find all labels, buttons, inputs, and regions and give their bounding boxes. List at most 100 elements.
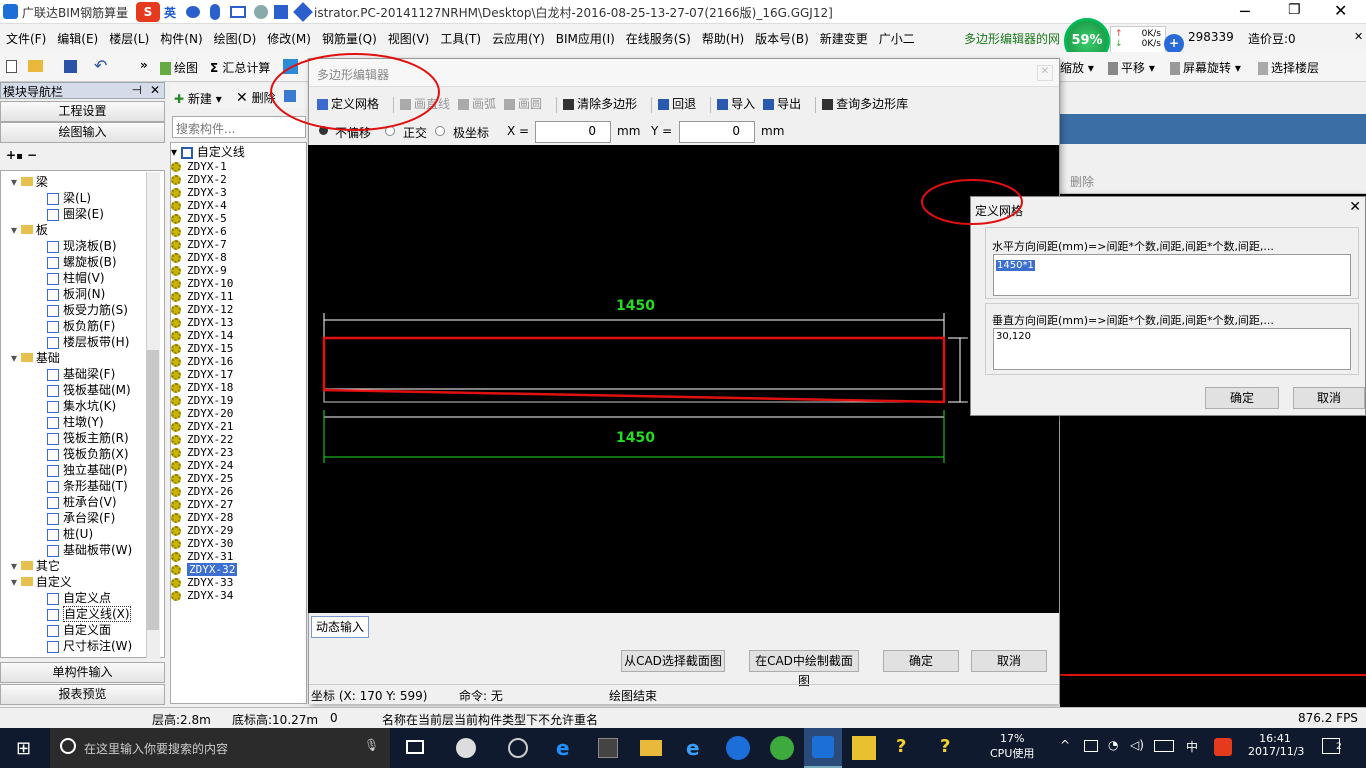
draw-button[interactable]: 绘图 — [160, 59, 198, 76]
component-item[interactable]: ZDYX-21 — [171, 420, 306, 433]
tree-item[interactable]: 楼层板带(H) — [47, 333, 129, 349]
tree-folder[interactable]: ▾ 其它 — [11, 557, 60, 573]
component-item[interactable]: ZDYX-26 — [171, 485, 306, 498]
component-item[interactable]: ZDYX-34 — [171, 589, 306, 602]
menu-close-icon[interactable]: ✕ — [1354, 30, 1363, 43]
ime-punctuation-icon[interactable] — [186, 6, 200, 18]
app-icon-1[interactable] — [456, 738, 476, 758]
menu-item[interactable]: 帮助(H) — [702, 30, 744, 47]
component-item[interactable]: ZDYX-1 — [171, 160, 306, 173]
pan-button[interactable]: 平移 ▾ — [1108, 59, 1155, 76]
glodon-icon[interactable] — [726, 736, 750, 760]
cad-select-button[interactable]: 从CAD选择截面图 — [621, 650, 725, 672]
user-icon[interactable] — [254, 5, 268, 19]
single-component-input-button[interactable]: 单构件输入 — [0, 662, 165, 683]
menu-item[interactable]: 云应用(Y) — [492, 30, 545, 47]
component-item[interactable]: ZDYX-3 — [171, 186, 306, 199]
tree-item[interactable]: 桩(U) — [47, 525, 93, 541]
component-item[interactable]: ZDYX-16 — [171, 355, 306, 368]
drawing-canvas[interactable]: 1450 1450 — [308, 145, 1059, 613]
component-item[interactable]: ZDYX-5 — [171, 212, 306, 225]
menu-item[interactable]: 修改(M) — [267, 30, 311, 47]
tree-item[interactable]: 尺寸标注(W) — [47, 637, 132, 653]
sogou-ime-icon[interactable]: S — [136, 2, 160, 22]
tree-item[interactable]: 板洞(N) — [47, 285, 105, 301]
delete-component-button[interactable]: ✕ 删除 — [236, 89, 276, 106]
snap-radio-2[interactable] — [385, 126, 395, 136]
component-item[interactable]: ZDYX-7 — [171, 238, 306, 251]
menu-item[interactable]: 编辑(E) — [57, 30, 98, 47]
report-preview-button[interactable]: 报表预览 — [0, 684, 165, 705]
menu-item[interactable]: 版本号(B) — [755, 30, 809, 47]
dynamic-input-tab[interactable]: 动态输入 — [311, 616, 369, 638]
menu-item[interactable]: 工具(T) — [440, 30, 481, 47]
tree-item[interactable]: 板受力筋(S) — [47, 301, 128, 317]
v-spacing-input[interactable]: 30,120 — [993, 328, 1351, 370]
grid-cancel-button[interactable]: 取消 — [1293, 387, 1365, 409]
menu-item[interactable]: 楼层(L) — [109, 30, 149, 47]
y-input[interactable]: 0 — [679, 121, 755, 143]
tree-item[interactable]: 基础梁(F) — [47, 365, 115, 381]
menu-item[interactable]: 构件(N) — [160, 30, 202, 47]
menu-item[interactable]: 新建变更 — [820, 30, 868, 47]
rotate-screen-button[interactable]: 屏幕旋转 ▾ — [1170, 59, 1241, 76]
component-item[interactable]: ZDYX-14 — [171, 329, 306, 342]
clock[interactable]: 16:41 2017/11/3 — [1248, 732, 1304, 758]
input-lang[interactable]: 中 — [1186, 738, 1198, 755]
component-item[interactable]: ZDYX-31 — [171, 550, 306, 563]
app-icon-2[interactable] — [508, 738, 528, 758]
tree-item[interactable]: 基础板带(W) — [47, 541, 132, 557]
component-item[interactable]: ZDYX-4 — [171, 199, 306, 212]
help-icon-1[interactable]: ? — [896, 736, 906, 757]
component-item[interactable]: ZDYX-2 — [171, 173, 306, 186]
tree-item[interactable]: 自定义线(X) — [47, 605, 131, 622]
tree-scrollbar[interactable] — [146, 172, 160, 658]
component-item[interactable]: ZDYX-28 — [171, 511, 306, 524]
tree-item[interactable]: 筏板负筋(X) — [47, 445, 129, 461]
component-item[interactable]: ZDYX-29 — [171, 524, 306, 537]
tree-item[interactable]: 柱帽(V) — [47, 269, 105, 285]
component-item[interactable]: ZDYX-8 — [171, 251, 306, 264]
editor-close-button[interactable]: ✕ — [1037, 65, 1053, 81]
draw-circle-button[interactable]: 画圆 — [504, 97, 542, 111]
view-icon[interactable] — [283, 59, 298, 74]
select-floor-button[interactable]: 选择楼层 — [1258, 59, 1319, 76]
taskbar-search[interactable]: 在这里输入你要搜索的内容 🎙 — [50, 728, 390, 768]
menu-item[interactable]: 在线服务(S) — [626, 30, 691, 47]
x-input[interactable]: 0 — [535, 121, 611, 143]
editor-ok-button[interactable]: 确定 — [883, 650, 959, 672]
query-polygon-library-button[interactable]: 查询多边形库 — [822, 97, 908, 111]
component-item[interactable]: ZDYX-32 — [171, 563, 306, 576]
tree-item[interactable]: 螺旋板(B) — [47, 253, 117, 269]
mic-icon[interactable]: 🎙 — [364, 738, 379, 752]
chevron-up-icon[interactable]: ^ — [1060, 738, 1070, 752]
price-beans[interactable]: 造价豆:0 — [1248, 30, 1296, 47]
open-folder-icon[interactable] — [28, 60, 43, 72]
component-item[interactable]: ZDYX-18 — [171, 381, 306, 394]
scrollbar-thumb[interactable] — [147, 350, 159, 630]
nav-close-icon[interactable]: ✕ — [150, 83, 160, 97]
device-icon[interactable] — [1084, 740, 1098, 752]
undo-button[interactable]: 回退 — [658, 97, 696, 111]
windows-start-icon[interactable]: ⊞ — [16, 738, 31, 759]
copy-icon[interactable] — [284, 90, 296, 102]
volume-icon[interactable]: ◁) — [1130, 738, 1144, 752]
tree-folder[interactable]: ▾ 基础 — [11, 349, 60, 365]
ime-language[interactable]: 英 — [164, 4, 176, 21]
component-item[interactable]: ZDYX-15 — [171, 342, 306, 355]
component-item[interactable]: ZDYX-10 — [171, 277, 306, 290]
360-icon[interactable] — [770, 736, 794, 760]
component-item[interactable]: ZDYX-22 — [171, 433, 306, 446]
menu-item[interactable]: 绘图(D) — [214, 30, 257, 47]
accelerate-icon[interactable]: + — [1164, 34, 1184, 54]
component-search-input[interactable]: 搜索构件... — [172, 116, 306, 138]
keyboard-icon[interactable] — [230, 6, 246, 18]
editor-cancel-button[interactable]: 取消 — [971, 650, 1047, 672]
sogou-tray-icon[interactable] — [1214, 738, 1232, 756]
edge-icon[interactable]: e — [556, 736, 570, 760]
minimize-button[interactable]: ─ — [1240, 2, 1250, 21]
tree-item[interactable]: 独立基础(P) — [47, 461, 128, 477]
component-item[interactable]: ZDYX-30 — [171, 537, 306, 550]
toolbar-more-icon[interactable]: » — [140, 58, 148, 72]
menu-item[interactable]: 钢筋量(Q) — [322, 30, 377, 47]
